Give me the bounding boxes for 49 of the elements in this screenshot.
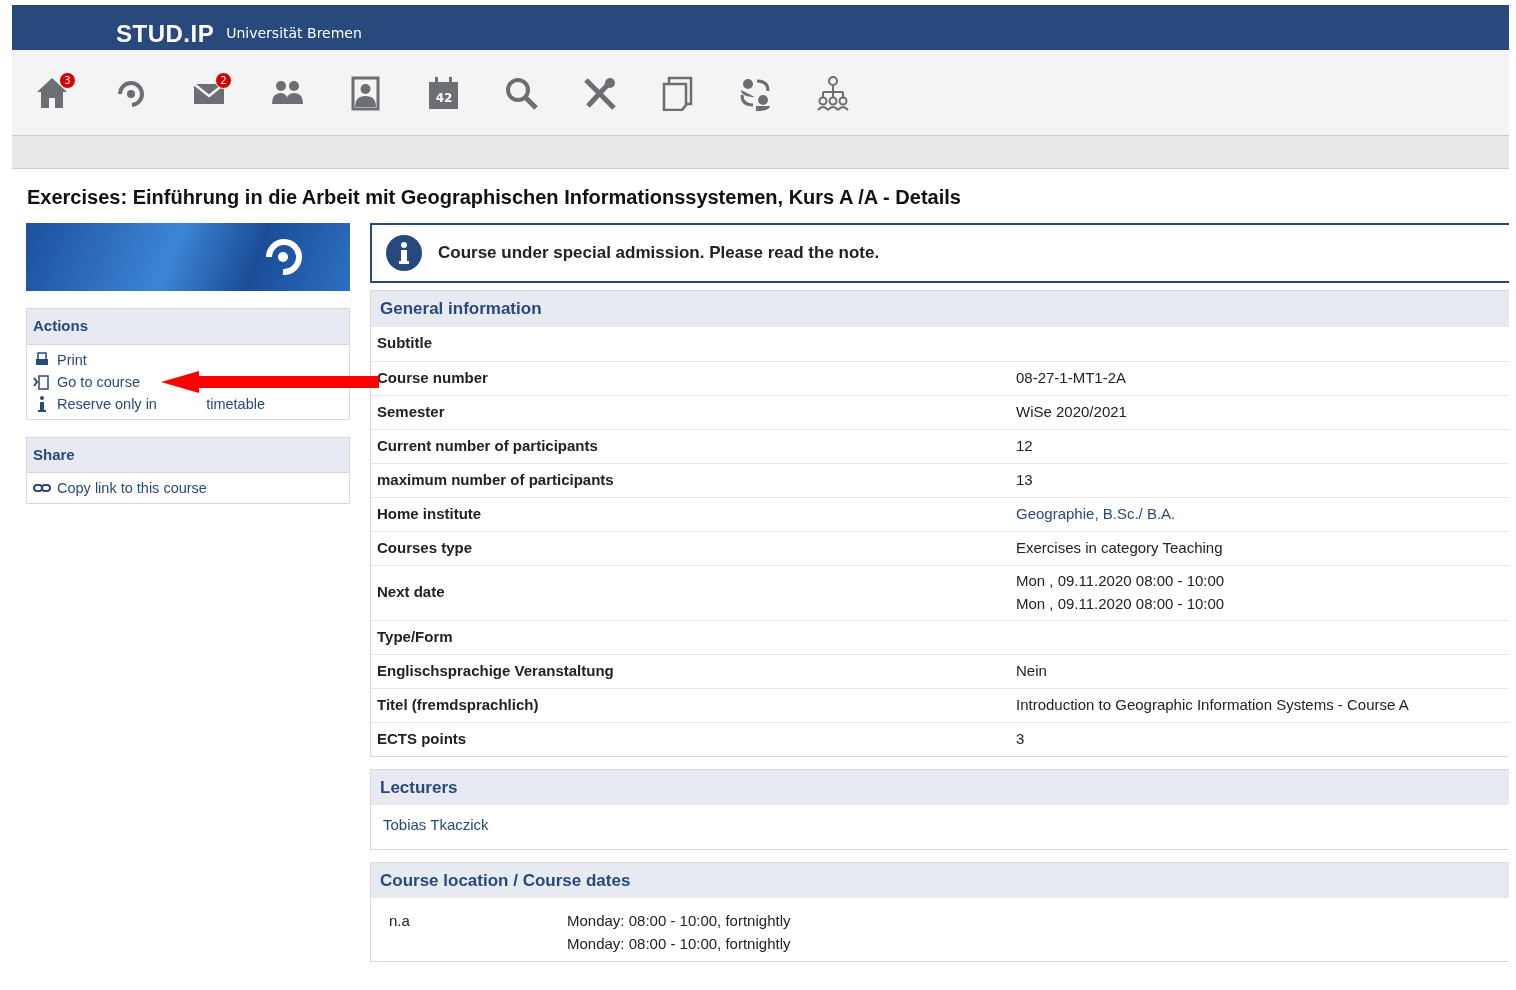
section-heading: Course location / Course dates [371, 862, 1509, 898]
room-name: n.a [389, 911, 411, 931]
field-value: Mon , 09.11.2020 08:00 - 10:00 [1016, 593, 1226, 614]
field-value: Nein [1016, 660, 1048, 681]
calendar-day: 42 [428, 88, 460, 107]
field-label: maximum number of participants [376, 469, 615, 490]
field-label: Semester [376, 401, 446, 422]
field-label: Subtitle [376, 333, 433, 354]
date-text: Monday: 08:00 - 10:00, fortnightly [567, 911, 791, 931]
field-label: Course number [376, 367, 489, 388]
logo[interactable]: STUD.IP [116, 22, 215, 46]
notification-count: 3 [59, 71, 76, 89]
field-value: 3 [1016, 728, 1026, 749]
notice-text: Course under special admission. Please read the note. [438, 242, 880, 265]
field-label: Next date [376, 582, 446, 603]
nav-icon-button[interactable]: 42 [424, 73, 462, 112]
field-link[interactable]: Geographie, B.Sc./ B.A. [1016, 504, 1176, 522]
page-title: Exercises: Einführung in die Arbeit mit Geographischen Informationssystemen, Kurs A /A - Details [27, 185, 962, 209]
sidebar-heading: Share [27, 437, 349, 473]
enter-door-icon [33, 372, 51, 391]
field-label: Type/Form [376, 626, 454, 647]
sidebar-link[interactable]: Print [33, 348, 87, 371]
sidebar-link-text: timetable [206, 394, 265, 414]
sidebar-heading: Actions [27, 309, 349, 345]
info-icon [386, 235, 422, 271]
field-value: 12 [1016, 435, 1034, 456]
field-value: Exercises in category Teaching [1016, 537, 1224, 558]
field-label: Home institute [376, 503, 483, 524]
lecturer-link[interactable]: Tobias Tkaczick [383, 816, 489, 833]
section-heading: General information [371, 291, 1509, 327]
field-label: Courses type [376, 537, 474, 558]
sidebar-link[interactable]: Copy link to this course [33, 477, 207, 499]
field-label: Titel (fremdsprachlich) [376, 694, 540, 715]
field-value: Mon , 09.11.2020 08:00 - 10:00 [1016, 571, 1226, 591]
university-name: Universität Bremen [226, 24, 362, 43]
field-value: WiSe 2020/2021 [1016, 401, 1128, 422]
field-label: ECTS points [376, 728, 468, 749]
field-label: Current number of participants [376, 435, 599, 456]
sidebar-link[interactable]: Reserve only in [33, 392, 157, 415]
field-value: 08-27-1-MT1-2A [1016, 367, 1128, 388]
notification-count: 2 [215, 71, 232, 89]
field-value: Introduction to Geographic Information Systems - Course A [1016, 694, 1410, 715]
section-heading: Lecturers [371, 769, 1509, 805]
sidebar-link[interactable]: Go to course [33, 370, 140, 393]
date-text: Monday: 08:00 - 10:00, fortnightly [567, 933, 791, 954]
nav-icon-button[interactable] [814, 73, 852, 112]
field-value: 13 [1016, 469, 1034, 490]
field-label: Englischsprachige Veranstaltung [376, 660, 615, 681]
hierarchy-icon [815, 74, 851, 111]
